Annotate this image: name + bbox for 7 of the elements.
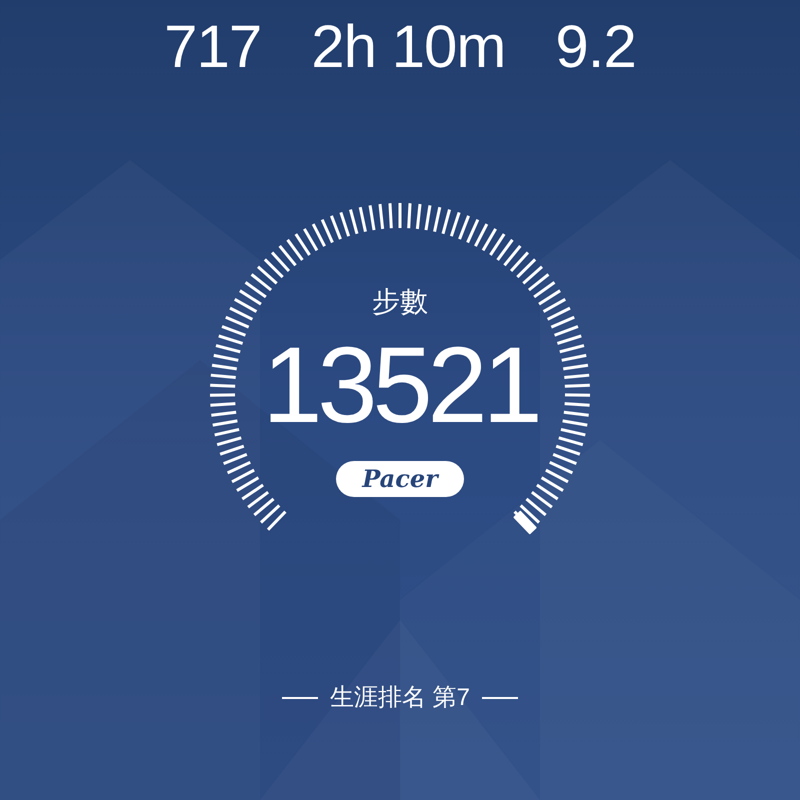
steps-label: 步數 — [372, 285, 428, 319]
stat-value: 2h 10m — [311, 14, 506, 80]
stat-value: 9.2 — [555, 14, 636, 80]
stat-value: 717 — [164, 14, 262, 80]
pacer-logo: Pacer — [336, 461, 464, 497]
career-rank: 生涯排名 第7 — [330, 683, 470, 713]
steps-count: 13521 — [262, 325, 538, 445]
